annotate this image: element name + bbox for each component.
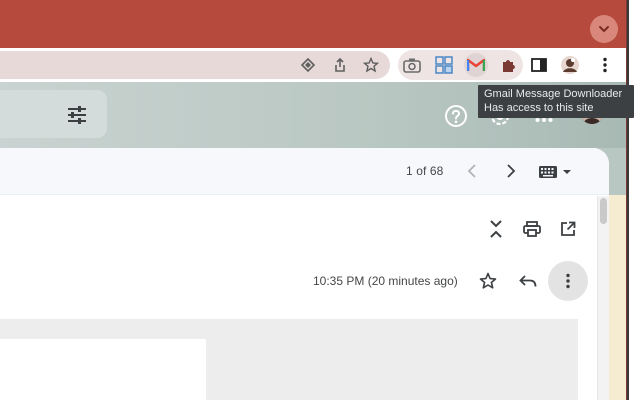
- tooltip-subtitle: Has access to this site: [484, 102, 594, 114]
- collapse-all-icon[interactable]: [485, 218, 507, 240]
- gmail-icon[interactable]: [464, 53, 488, 77]
- bookmark-star-icon[interactable]: [362, 56, 380, 74]
- help-icon[interactable]: [444, 104, 468, 128]
- print-icon[interactable]: [521, 218, 543, 240]
- pagination-count: 1 of 68: [406, 164, 444, 178]
- extension-tooltip: Gmail Message Downloader Has access to t…: [478, 85, 634, 118]
- side-panel-strip: [609, 195, 626, 400]
- window-edge: [627, 0, 629, 400]
- more-vert-icon[interactable]: [594, 54, 616, 76]
- puzzle-piece-icon[interactable]: [497, 54, 519, 76]
- message-timestamp: 10:35 PM (20 minutes ago): [313, 274, 458, 288]
- message-more-button[interactable]: [548, 261, 588, 301]
- keyboard-icon[interactable]: [538, 163, 576, 181]
- title-bar: [0, 0, 626, 48]
- chevron-left-icon[interactable]: [462, 161, 482, 181]
- search-bar[interactable]: [0, 90, 107, 138]
- more-vert-icon: [566, 273, 570, 289]
- chevron-right-icon[interactable]: [501, 161, 521, 181]
- sidebar-icon[interactable]: [528, 54, 550, 76]
- share-icon[interactable]: [331, 56, 349, 74]
- grid-capture-icon[interactable]: [433, 54, 455, 76]
- profile-avatar-icon[interactable]: [559, 54, 581, 76]
- message-body-card: [0, 339, 206, 400]
- reply-icon[interactable]: [517, 270, 539, 292]
- tab-search-button[interactable]: [590, 15, 618, 43]
- filter-sliders-icon[interactable]: [66, 104, 88, 126]
- browser-toolbar: [0, 48, 626, 82]
- browser-window: 1 of 68 10:35 PM (20 minutes ago): [0, 0, 627, 400]
- scrollbar-thumb[interactable]: [600, 198, 607, 224]
- star-icon[interactable]: [477, 270, 499, 292]
- scrollbar[interactable]: [597, 196, 609, 400]
- app-install-icon[interactable]: [299, 56, 317, 74]
- camera-icon[interactable]: [401, 54, 423, 76]
- open-in-new-window-icon[interactable]: [557, 218, 579, 240]
- tooltip-title: Gmail Message Downloader: [484, 88, 623, 100]
- chevron-down-icon: [599, 26, 609, 33]
